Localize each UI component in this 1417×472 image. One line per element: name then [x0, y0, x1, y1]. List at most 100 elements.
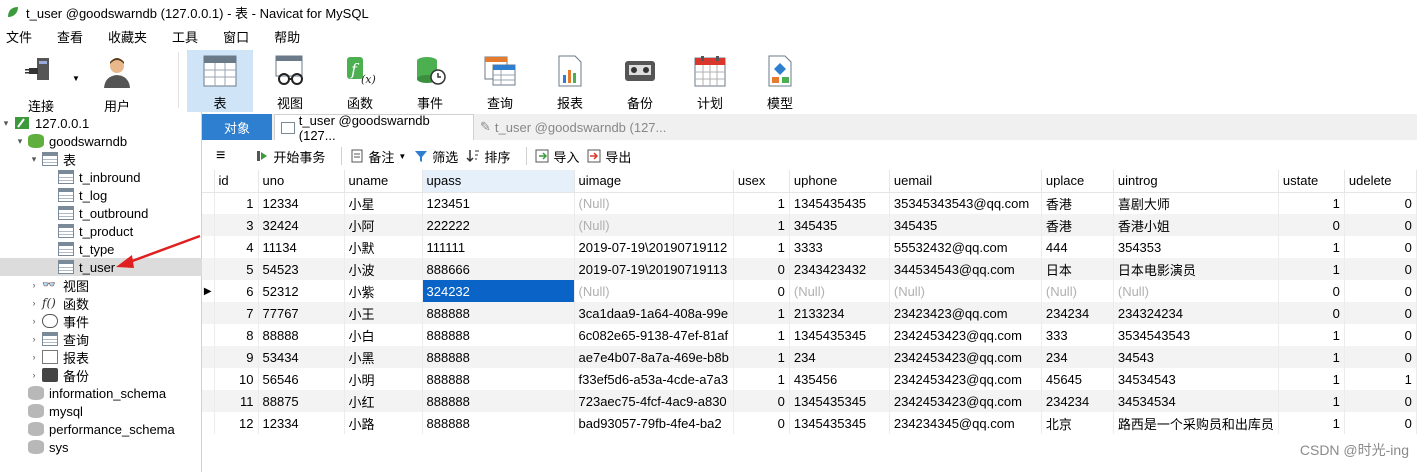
table-cell-id[interactable]: 11: [214, 390, 259, 412]
table-cell-upass[interactable]: 111111: [422, 236, 575, 258]
table-cell-uphone[interactable]: (Null): [789, 280, 890, 302]
table-cell-uplace[interactable]: 234234: [1041, 390, 1114, 412]
table-cell-uno[interactable]: 32424: [258, 214, 345, 236]
tree-table-item[interactable]: t_log: [0, 186, 202, 204]
table-row[interactable]: 3 32424 小阿 222222 (Null) 1 345435 345435 香港 香港小姐 0…: [202, 214, 1417, 236]
chevron-right-icon[interactable]: ›: [28, 316, 40, 326]
row-marker[interactable]: [202, 236, 215, 258]
table-cell-upass[interactable]: 888888: [422, 368, 575, 390]
table-cell-uno[interactable]: 77767: [258, 302, 345, 324]
table-cell-uemail[interactable]: 55532432@qq.com: [889, 236, 1042, 258]
table-cell-uintrog[interactable]: 354353: [1113, 236, 1279, 258]
table-cell-uimage[interactable]: 3ca1daa9-1a64-408a-99e: [574, 302, 734, 324]
table-cell-uname[interactable]: 小红: [344, 390, 423, 412]
column-header[interactable]: id: [214, 170, 259, 193]
table-cell-uimage[interactable]: (Null): [574, 192, 734, 214]
table-cell-id[interactable]: 9: [214, 346, 259, 368]
table-cell-uno[interactable]: 11134: [258, 236, 345, 258]
table-cell-uphone[interactable]: 1345435345: [789, 412, 890, 434]
table-row[interactable]: 10 56546 小明 888888 f33ef5d6-a53a-4cde-a7a3 1 4…: [202, 368, 1417, 390]
table-cell-uphone[interactable]: 1345435345: [789, 324, 890, 346]
table-row[interactable]: 4 11134 小默 111111 2019-07-19\20190719112 1 333…: [202, 236, 1417, 258]
table-cell-usex[interactable]: 0: [733, 258, 790, 280]
memo-button[interactable]: 备注 ▼: [350, 147, 406, 166]
table-cell-usex[interactable]: 1: [733, 214, 790, 236]
sort-button[interactable]: 排序: [466, 147, 510, 166]
current-row-marker-icon[interactable]: ▶: [202, 280, 215, 302]
table-cell-uphone[interactable]: 1345435345: [789, 390, 890, 412]
table-cell-uname[interactable]: 小紫: [344, 280, 423, 302]
table-cell-ustate[interactable]: 1: [1278, 236, 1345, 258]
table-cell-uintrog[interactable]: 路西是一个采购员和出库员: [1113, 412, 1279, 434]
menu-window[interactable]: 窗口: [217, 27, 258, 46]
tree-queries-group[interactable]: › 查询: [0, 330, 202, 348]
column-header[interactable]: uimage: [574, 170, 734, 193]
table-cell-uname[interactable]: 小阿: [344, 214, 423, 236]
table-cell-uemail[interactable]: 2342453423@qq.com: [889, 368, 1042, 390]
table-cell-ustate[interactable]: 0: [1278, 302, 1345, 324]
chevron-right-icon[interactable]: ›: [28, 334, 40, 344]
column-header[interactable]: uphone: [789, 170, 890, 193]
table-cell-usex[interactable]: 1: [733, 236, 790, 258]
column-header[interactable]: uno: [258, 170, 345, 193]
table-cell-uname[interactable]: 小白: [344, 324, 423, 346]
table-cell-udelete[interactable]: 0: [1344, 280, 1417, 302]
table-cell-uemail[interactable]: 344534543@qq.com: [889, 258, 1042, 280]
table-cell-uno[interactable]: 12334: [258, 412, 345, 434]
tree-server-node[interactable]: ▾ 127.0.0.1: [0, 114, 202, 132]
table-cell-uplace[interactable]: 北京: [1041, 412, 1114, 434]
tree-database-node[interactable]: mysql: [0, 402, 202, 420]
table-row[interactable]: ▶ 6 52312 小紫 324232 (Null) 0 (Null) (Null) (Null)…: [202, 280, 1417, 302]
menu-favorites[interactable]: 收藏夹: [102, 27, 156, 46]
table-cell-uname[interactable]: 小波: [344, 258, 423, 280]
table-cell-id[interactable]: 3: [214, 214, 259, 236]
table-cell-uintrog[interactable]: 234324234: [1113, 302, 1279, 324]
toolbar-view-button[interactable]: 视图: [257, 50, 323, 112]
table-cell-uname[interactable]: 小星: [344, 192, 423, 214]
tree-functions-group[interactable]: › f() 函数: [0, 294, 202, 312]
table-cell-udelete[interactable]: 0: [1344, 258, 1417, 280]
table-cell-upass[interactable]: 888666: [422, 258, 575, 280]
table-cell-uintrog[interactable]: 3534543543: [1113, 324, 1279, 346]
table-cell-uemail[interactable]: 234234345@qq.com: [889, 412, 1042, 434]
table-cell-uimage[interactable]: 723aec75-4fcf-4ac9-a830: [574, 390, 734, 412]
table-cell-uno[interactable]: 56546: [258, 368, 345, 390]
filter-button[interactable]: 筛选: [414, 147, 458, 166]
table-cell-id[interactable]: 12: [214, 412, 259, 434]
table-cell-upass[interactable]: 888888: [422, 390, 575, 412]
table-cell-uphone[interactable]: 1345435435: [789, 192, 890, 214]
table-cell-usex[interactable]: 0: [733, 280, 790, 302]
table-cell-ustate[interactable]: 1: [1278, 412, 1345, 434]
table-cell-usex[interactable]: 0: [733, 390, 790, 412]
table-cell-id[interactable]: 10: [214, 368, 259, 390]
table-cell-udelete[interactable]: 0: [1344, 302, 1417, 324]
chevron-down-icon[interactable]: ▾: [0, 118, 12, 129]
table-cell-ustate[interactable]: 1: [1278, 390, 1345, 412]
toolbar-table-button[interactable]: 表: [187, 50, 253, 112]
table-cell-uno[interactable]: 12334: [258, 192, 345, 214]
table-cell-uname[interactable]: 小王: [344, 302, 423, 324]
toolbar-function-button[interactable]: f (x) 函数: [327, 50, 393, 112]
chevron-right-icon[interactable]: ›: [28, 298, 40, 308]
table-cell-udelete[interactable]: 1: [1344, 368, 1417, 390]
table-cell-uplace[interactable]: 日本: [1041, 258, 1114, 280]
toolbar-query-button[interactable]: 查询: [467, 50, 533, 112]
table-cell-udelete[interactable]: 0: [1344, 390, 1417, 412]
table-cell-uimage[interactable]: bad93057-79fb-4fe4-ba2: [574, 412, 734, 434]
table-row[interactable]: 7 77767 小王 888888 3ca1daa9-1a64-408a-99e 1 213…: [202, 302, 1417, 324]
menu-file[interactable]: 文件: [0, 27, 41, 46]
row-marker[interactable]: [202, 324, 215, 346]
table-cell-uplace[interactable]: 234: [1041, 346, 1114, 368]
row-marker[interactable]: [202, 390, 215, 412]
row-marker[interactable]: [202, 346, 215, 368]
table-cell-uintrog[interactable]: (Null): [1113, 280, 1279, 302]
export-button[interactable]: 导出: [587, 147, 631, 166]
table-cell-udelete[interactable]: 0: [1344, 412, 1417, 434]
table-cell-uemail[interactable]: 2342453423@qq.com: [889, 324, 1042, 346]
table-cell-uimage[interactable]: 2019-07-19\20190719113: [574, 258, 734, 280]
menu-view[interactable]: 查看: [51, 27, 92, 46]
tab-objects[interactable]: 对象: [202, 114, 272, 140]
table-cell-uno[interactable]: 88875: [258, 390, 345, 412]
chevron-right-icon[interactable]: ›: [28, 370, 40, 380]
table-cell-uplace[interactable]: (Null): [1041, 280, 1114, 302]
